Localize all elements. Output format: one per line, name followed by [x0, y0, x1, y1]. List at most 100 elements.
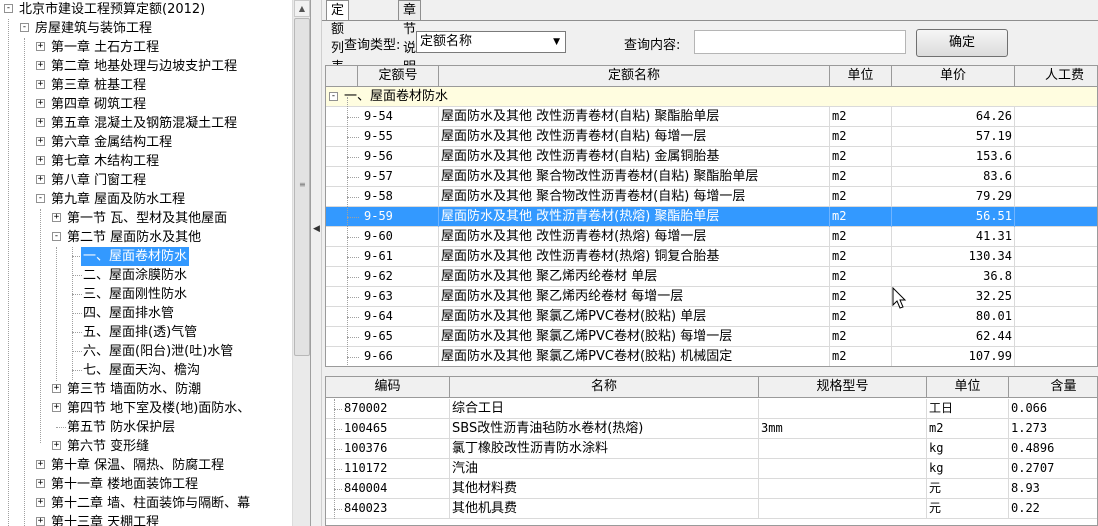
tree-node[interactable]: - 第九章 屋面及防水工程 — [0, 190, 292, 209]
tree-node[interactable]: 五、屋面排(透)气管 — [0, 323, 292, 342]
expand-toggle-icon[interactable]: + — [52, 403, 61, 412]
tree-vertical-scrollbar[interactable]: ▲ ≡ — [292, 0, 310, 526]
table-row[interactable]: 9-55屋面防水及其他 改性沥青卷材(自粘) 每增一层m257.195 — [326, 127, 1097, 147]
table-row[interactable]: 9-62屋面防水及其他 聚乙烯丙纶卷材 单层m236.88 — [326, 267, 1097, 287]
quota-table-header: 定额号 定额名称 单位 单价 人工费 — [326, 66, 1097, 87]
tree-node[interactable]: + 第十二章 墙、柱面装饰与隔断、幕 — [0, 494, 292, 513]
table-row[interactable]: 9-66屋面防水及其他 聚氯乙烯PVC卷材(胶粘) 机械固定m2107.9910 — [326, 347, 1097, 366]
tree-node[interactable]: + 第三章 桩基工程 — [0, 76, 292, 95]
tree-node[interactable]: + 第一节 瓦、型材及其他屋面 — [0, 209, 292, 228]
scroll-up-icon[interactable]: ▲ — [294, 0, 310, 17]
table-row[interactable]: 110172 汽油 kg 0.2707 — [326, 459, 1097, 479]
table-row[interactable]: 870002 综合工日 工日 0.066 — [326, 399, 1097, 419]
tree-node[interactable]: 第五节 防水保护层 — [0, 418, 292, 437]
row-connector — [347, 337, 359, 338]
tree-node[interactable]: 六、屋面(阳台)泄(吐)水管 — [0, 342, 292, 361]
table-row[interactable]: 9-57屋面防水及其他 聚合物改性沥青卷材(自粘) 聚酯胎单层m283.66 — [326, 167, 1097, 187]
tree-node[interactable]: + 第三节 墙面防水、防潮 — [0, 380, 292, 399]
table-row[interactable]: 9-65屋面防水及其他 聚氯乙烯PVC卷材(胶粘) 每增一层m262.446 — [326, 327, 1097, 347]
table-row[interactable]: 9-61屋面防水及其他 改性沥青卷材(热熔) 铜复合胎基m2130.3413 — [326, 247, 1097, 267]
table-row[interactable]: 9-54屋面防水及其他 改性沥青卷材(自粘) 聚酯胎单层m264.266 — [326, 107, 1097, 127]
tree-node[interactable]: 一、屋面卷材防水 — [0, 247, 292, 266]
table-row[interactable]: 840023 其他机具费 元 0.22 — [326, 499, 1097, 519]
tree-node[interactable]: 三、屋面刚性防水 — [0, 285, 292, 304]
expand-toggle-icon[interactable]: + — [36, 99, 45, 108]
table-row[interactable]: 9-60屋面防水及其他 改性沥青卷材(热熔) 每增一层m241.316 — [326, 227, 1097, 247]
expand-toggle-icon[interactable]: + — [36, 80, 45, 89]
expand-toggle-icon[interactable]: + — [52, 441, 61, 450]
col-header-price[interactable]: 单价 — [892, 66, 1015, 87]
expand-toggle-icon[interactable]: + — [36, 460, 45, 469]
expand-toggle-icon[interactable]: + — [36, 479, 45, 488]
expand-toggle-icon[interactable]: + — [36, 175, 45, 184]
query-type-select[interactable]: 定额名称 ▼ — [416, 31, 566, 53]
table-row[interactable]: 9-56屋面防水及其他 改性沥青卷材(自粘) 金属铜胎基m2153.66 — [326, 147, 1097, 167]
col-header-material-name[interactable]: 名称 — [450, 377, 759, 398]
dropdown-arrow-icon[interactable]: ▼ — [553, 32, 560, 52]
expand-toggle-icon[interactable]: + — [36, 517, 45, 526]
row-connector — [334, 509, 342, 510]
panel-splitter[interactable]: ◀ — [311, 0, 322, 526]
group-row[interactable]: - 一、屋面卷材防水 — [326, 87, 1097, 107]
col-header-code[interactable]: 定额号 — [358, 66, 439, 87]
collapse-toggle-icon[interactable]: - — [4, 4, 13, 13]
material-spec-cell — [759, 479, 927, 499]
expand-toggle-icon[interactable]: + — [52, 213, 61, 222]
tree-node[interactable]: + 第十章 保温、隔热、防腐工程 — [0, 456, 292, 475]
tab-quota-list[interactable]: 定额列表 — [326, 0, 350, 75]
col-header-name[interactable]: 定额名称 — [439, 66, 830, 87]
collapse-toggle-icon[interactable]: - — [20, 23, 29, 32]
tree-node[interactable]: 二、屋面涂膜防水 — [0, 266, 292, 285]
tree-node[interactable]: + 第四章 砌筑工程 — [0, 95, 292, 114]
col-header-unit[interactable]: 单位 — [830, 66, 892, 87]
table-row[interactable]: 9-63屋面防水及其他 聚乙烯丙纶卷材 每增一层m232.255 — [326, 287, 1097, 307]
table-row[interactable]: 9-58屋面防水及其他 聚合物改性沥青卷材(自粘) 每增一层m279.295 — [326, 187, 1097, 207]
tree-node[interactable]: 七、屋面天沟、檐沟 — [0, 361, 292, 380]
group-toggle-icon[interactable]: - — [329, 92, 338, 101]
collapse-toggle-icon[interactable]: - — [36, 194, 45, 203]
expand-toggle-icon[interactable]: + — [36, 118, 45, 127]
table-row[interactable]: 9-64屋面防水及其他 聚氯乙烯PVC卷材(胶粘) 单层m280.018 — [326, 307, 1097, 327]
col-header-material-code[interactable]: 编码 — [326, 377, 450, 398]
tree-node[interactable]: - 第二节 屋面防水及其他 — [0, 228, 292, 247]
tree-node[interactable]: + 第一章 土石方工程 — [0, 38, 292, 57]
tree-node[interactable]: + 第六节 变形缝 — [0, 437, 292, 456]
scrollbar-thumb[interactable]: ≡ — [294, 18, 310, 356]
collapse-left-icon[interactable]: ◀ — [313, 224, 320, 234]
tree-node[interactable]: + 第五章 混凝土及钢筋混凝土工程 — [0, 114, 292, 133]
tree-node[interactable]: - 房屋建筑与装饰工程 — [0, 19, 292, 38]
table-row[interactable]: 9-59屋面防水及其他 改性沥青卷材(热熔) 聚酯胎单层m256.519 — [326, 207, 1097, 227]
material-quantity-cell: 0.22 — [1009, 499, 1097, 519]
table-row[interactable]: 100465 SBS改性沥青油毡防水卷材(热熔) 3mm m2 1.273 — [326, 419, 1097, 439]
tree-node[interactable]: - 北京市建设工程预算定额(2012) — [0, 0, 292, 19]
chapter-tree[interactable]: - 北京市建设工程预算定额(2012) - 房屋建筑与装饰工程 + 第一章 土石方工程 + 第… — [0, 0, 311, 526]
quota-code-cell: 9-55 — [362, 127, 439, 147]
tree-node[interactable]: + 第六章 金属结构工程 — [0, 133, 292, 152]
query-content-input[interactable] — [694, 30, 906, 54]
tree-node[interactable]: + 第二章 地基处理与边坡支护工程 — [0, 57, 292, 76]
col-header-quantity[interactable]: 含量 — [1009, 377, 1097, 398]
tree-node[interactable]: 四、屋面排水管 — [0, 304, 292, 323]
expand-toggle-icon[interactable]: + — [36, 42, 45, 51]
quota-price-cell: 57.19 — [892, 127, 1015, 147]
expand-toggle-icon[interactable]: + — [36, 498, 45, 507]
table-row[interactable]: 840004 其他材料费 元 8.93 — [326, 479, 1097, 499]
expand-toggle-icon[interactable]: + — [36, 61, 45, 70]
quota-unit-cell: m2 — [830, 307, 892, 327]
tree-node[interactable]: + 第八章 门窗工程 — [0, 171, 292, 190]
expand-toggle-icon[interactable]: + — [36, 137, 45, 146]
tree-node[interactable]: + 第四节 地下室及楼(地)面防水、 — [0, 399, 292, 418]
col-header-labor[interactable]: 人工费 — [1015, 66, 1097, 87]
tree-node[interactable]: + 第七章 木结构工程 — [0, 152, 292, 171]
col-header-material-unit[interactable]: 单位 — [927, 377, 1009, 398]
confirm-button[interactable]: 确定 — [916, 29, 1008, 57]
col-header-spec[interactable]: 规格型号 — [759, 377, 927, 398]
expand-toggle-icon[interactable]: + — [52, 384, 61, 393]
tree-node-label: 第一节 瓦、型材及其他屋面 — [67, 211, 228, 226]
table-row[interactable]: 100376 氯丁橡胶改性沥青防水涂料 kg 0.4896 — [326, 439, 1097, 459]
tree-node[interactable]: + 第十一章 楼地面装饰工程 — [0, 475, 292, 494]
expand-toggle-icon[interactable]: + — [36, 156, 45, 165]
tab-chapter-notes[interactable]: 章节说明 — [398, 0, 422, 75]
collapse-toggle-icon[interactable]: - — [52, 232, 61, 241]
tree-node[interactable]: + 第十三章 天棚工程 — [0, 513, 292, 526]
